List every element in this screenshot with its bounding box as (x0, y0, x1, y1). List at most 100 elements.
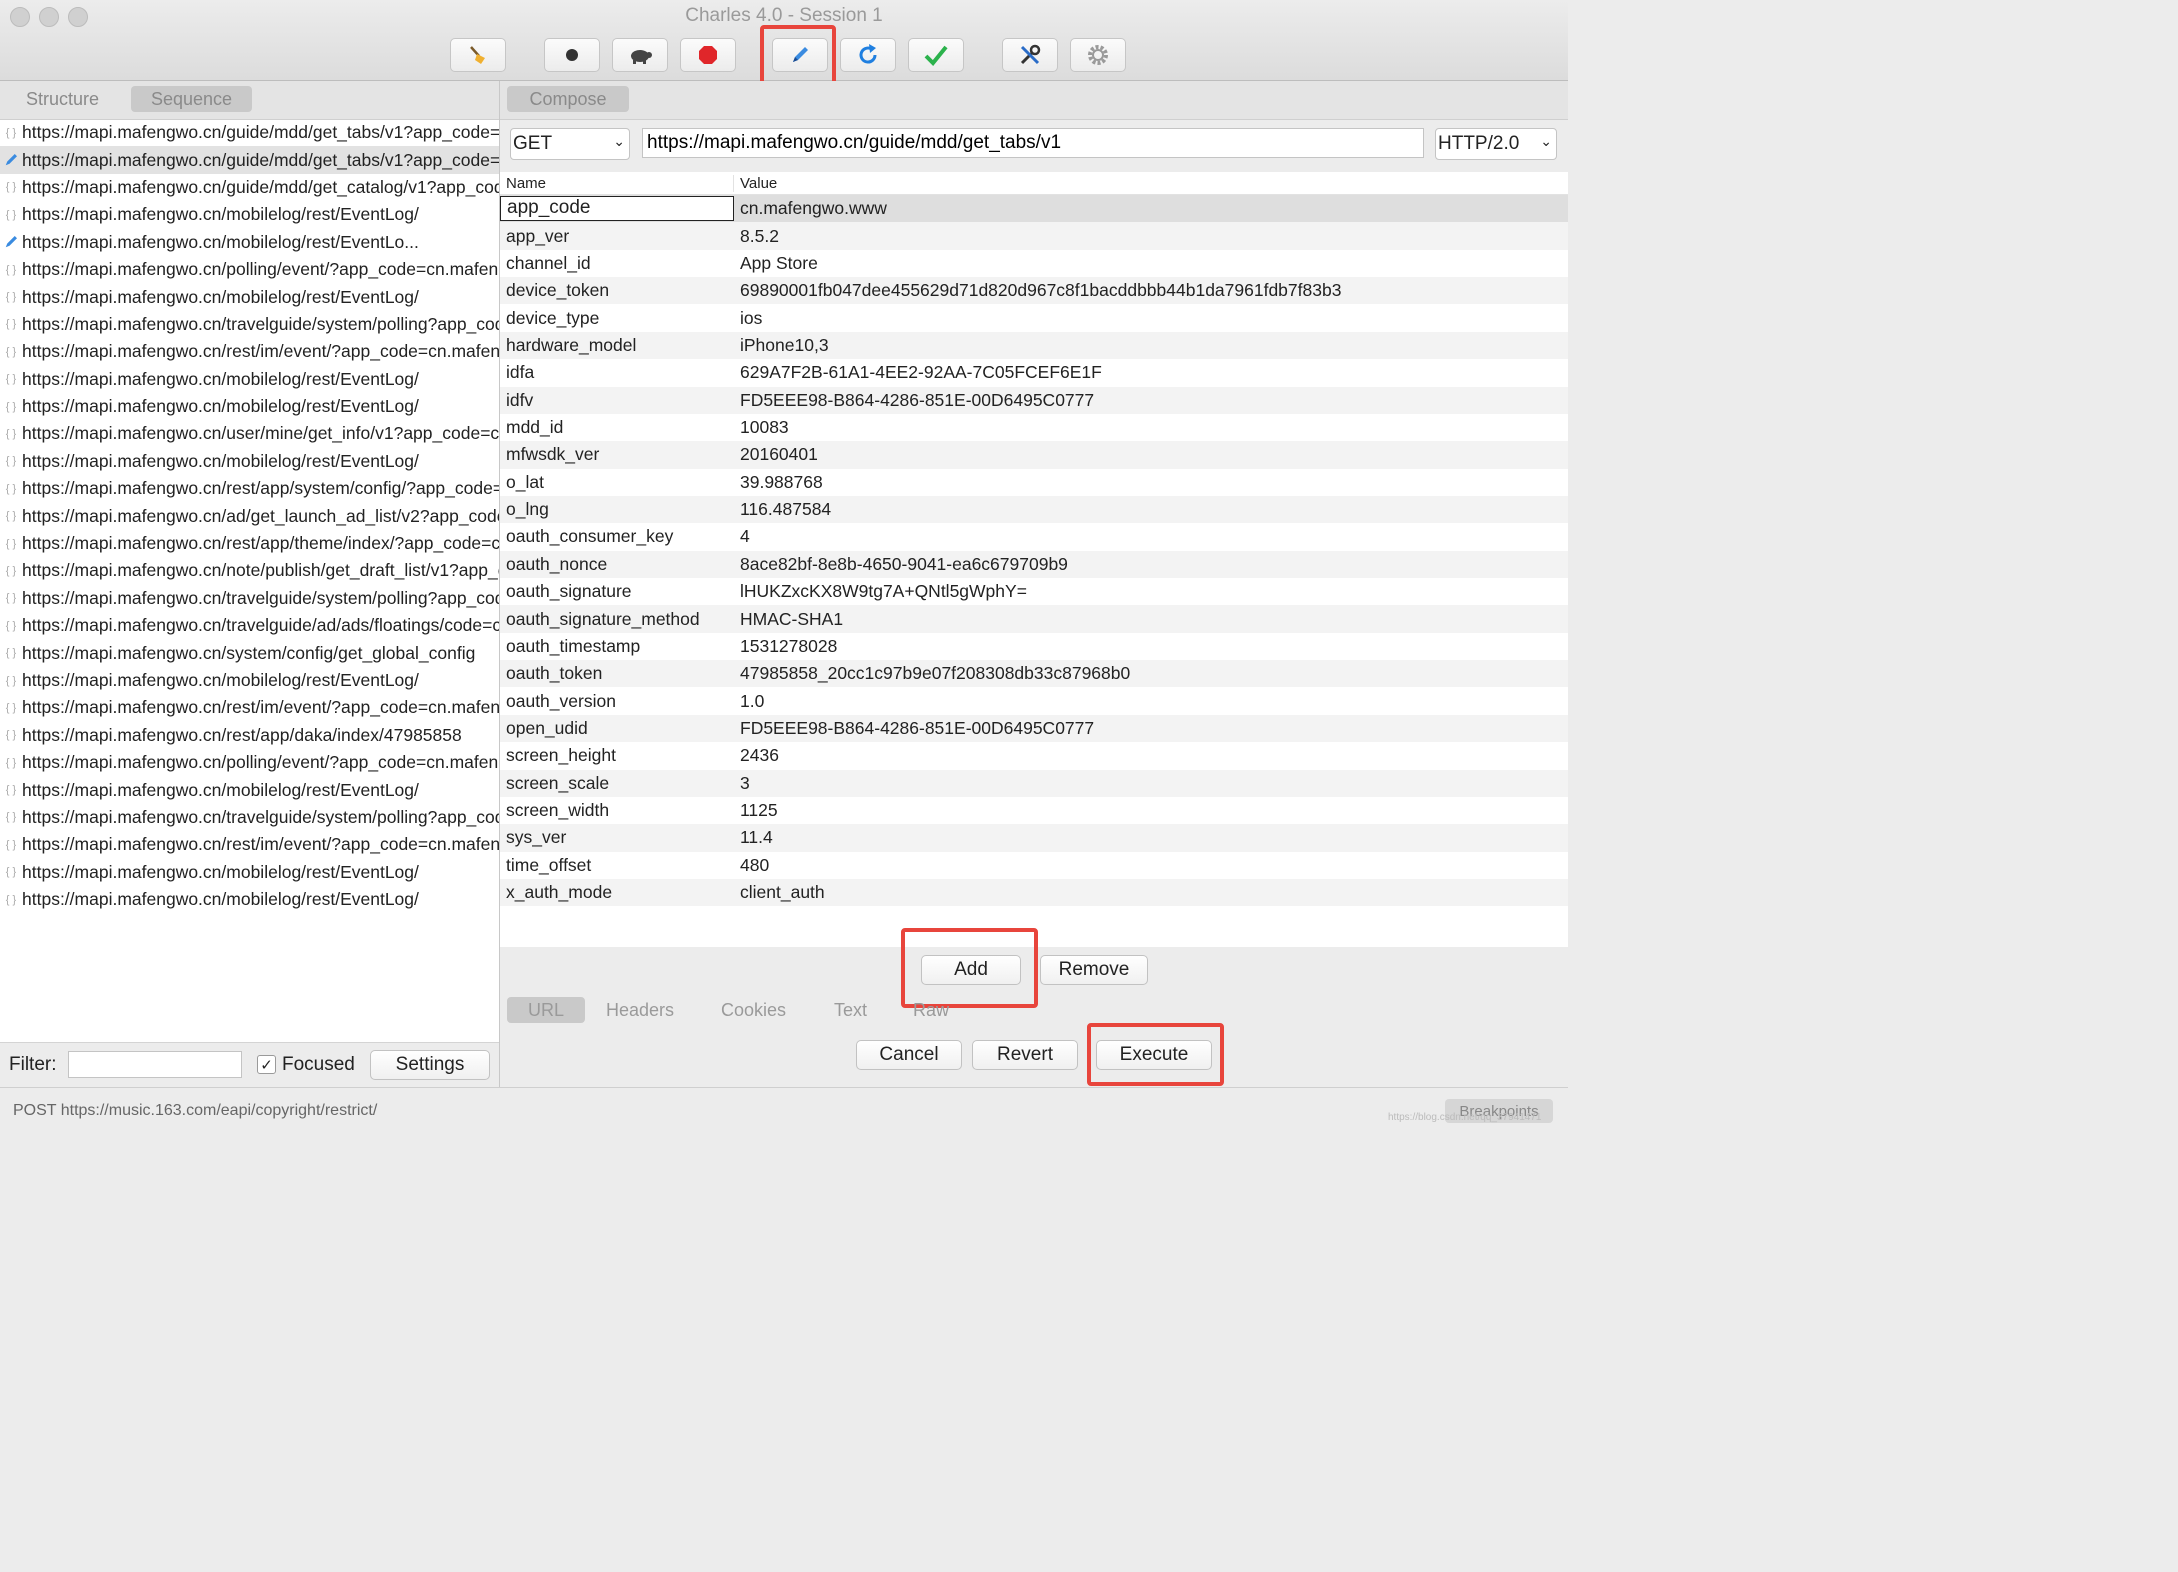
param-name[interactable]: screen_height (500, 745, 734, 766)
param-name[interactable]: x_auth_mode (500, 882, 734, 903)
subtab-headers[interactable]: Headers (606, 997, 674, 1023)
column-value-header[interactable]: Value (734, 175, 777, 192)
cancel-button[interactable]: Cancel (856, 1040, 962, 1070)
sequence-row[interactable]: { } https://mapi.mafengwo.cn/rest/im/even… (0, 694, 499, 721)
param-value[interactable]: 3 (734, 773, 750, 794)
param-name[interactable]: open_udid (500, 718, 734, 739)
param-name[interactable]: app_ver (500, 226, 734, 247)
param-value[interactable]: FD5EEE98-B864-4286-851E-00D6495C0777 (734, 390, 1094, 411)
sequence-row[interactable]: { } https://mapi.mafengwo.cn/rest/im/even… (0, 338, 499, 365)
url-input[interactable] (642, 128, 1424, 158)
param-value[interactable]: HMAC-SHA1 (734, 609, 843, 630)
param-name[interactable]: idfa (500, 362, 734, 383)
param-value[interactable]: 2436 (734, 745, 779, 766)
param-value[interactable]: 8ace82bf-8e8b-4650-9041-ea6c679709b9 (734, 554, 1068, 575)
column-name-header[interactable]: Name (500, 174, 734, 192)
sequence-row[interactable]: { } https://mapi.mafengwo.cn/mobilelog/re… (0, 667, 499, 694)
sequence-row[interactable]: https://mapi.mafengwo.cn/guide/mdd/get_t… (0, 146, 499, 174)
param-name[interactable]: oauth_token (500, 663, 734, 684)
param-row[interactable]: channel_id App Store (500, 250, 1568, 277)
param-value[interactable]: 480 (734, 855, 769, 876)
param-name[interactable]: app_code (500, 196, 734, 222)
param-row[interactable]: oauth_signature_method HMAC-SHA1 (500, 605, 1568, 633)
param-row[interactable]: idfa 629A7F2B-61A1-4EE2-92AA-7C05FCEF6E1F (500, 359, 1568, 386)
param-value[interactable]: cn.mafengwo.www (734, 198, 887, 219)
subtab-raw[interactable]: Raw (913, 997, 949, 1023)
param-name[interactable]: mfwsdk_ver (500, 444, 734, 465)
param-row[interactable]: app_ver 8.5.2 (500, 222, 1568, 250)
param-value[interactable]: FD5EEE98-B864-4286-851E-00D6495C0777 (734, 718, 1094, 739)
param-row[interactable]: screen_height 2436 (500, 742, 1568, 769)
param-row[interactable]: time_offset 480 (500, 852, 1568, 879)
param-row[interactable]: app_code cn.mafengwo.www (500, 195, 1568, 223)
record-button[interactable] (544, 38, 600, 72)
sequence-row[interactable]: { } https://mapi.mafengwo.cn/mobilelog/re… (0, 393, 499, 420)
param-name[interactable]: oauth_signature (500, 581, 734, 602)
sequence-row[interactable]: { } https://mapi.mafengwo.cn/note/publish… (0, 557, 499, 584)
tab-compose[interactable]: Compose (507, 86, 629, 112)
sequence-row[interactable]: { } https://mapi.mafengwo.cn/rest/im/even… (0, 831, 499, 858)
filter-input[interactable] (68, 1051, 242, 1078)
param-value[interactable]: ios (734, 308, 762, 329)
param-row[interactable]: oauth_nonce 8ace82bf-8e8b-4650-9041-ea6c6… (500, 550, 1568, 579)
param-row[interactable]: oauth_signature lHUKZxcKX8W9tg7A+QNtl5gWp… (500, 578, 1568, 605)
param-name[interactable]: device_token (500, 280, 734, 301)
repeat-button[interactable] (840, 38, 896, 72)
param-value[interactable]: 8.5.2 (734, 226, 779, 247)
sequence-row[interactable]: { } https://mapi.mafengwo.cn/travelguide/… (0, 804, 499, 831)
param-name[interactable]: sys_ver (500, 827, 734, 848)
param-row[interactable]: mfwsdk_ver 20160401 (500, 441, 1568, 469)
tools-button[interactable] (1002, 38, 1058, 72)
sequence-row[interactable]: { } https://mapi.mafengwo.cn/mobilelog/re… (0, 201, 499, 228)
param-row[interactable]: x_auth_mode client_auth (500, 878, 1568, 907)
param-value[interactable]: 1531278028 (734, 636, 837, 657)
param-row[interactable]: o_lng 116.487584 (500, 495, 1568, 524)
subtab-cookies[interactable]: Cookies (721, 997, 786, 1023)
sequence-row[interactable]: { } https://mapi.mafengwo.cn/travelguide/… (0, 585, 499, 612)
param-value[interactable]: iPhone10,3 (734, 335, 829, 356)
remove-button[interactable]: Remove (1040, 955, 1148, 985)
sequence-row[interactable]: { } https://mapi.mafengwo.cn/travelguide/… (0, 612, 499, 639)
sequence-row[interactable]: { } https://mapi.mafengwo.cn/rest/app/the… (0, 530, 499, 557)
param-row[interactable]: device_type ios (500, 304, 1568, 331)
sequence-row[interactable]: { } https://mapi.mafengwo.cn/polling/even… (0, 256, 499, 283)
param-row[interactable]: idfv FD5EEE98-B864-4286-851E-00D6495C0777 (500, 386, 1568, 414)
sequence-row[interactable]: { } https://mapi.mafengwo.cn/mobilelog/re… (0, 886, 499, 913)
param-row[interactable]: o_lat 39.988768 (500, 469, 1568, 496)
param-row[interactable]: oauth_consumer_key 4 (500, 523, 1568, 550)
param-value[interactable]: 629A7F2B-61A1-4EE2-92AA-7C05FCEF6E1F (734, 362, 1102, 383)
tab-structure[interactable]: Structure (6, 86, 119, 112)
sequence-row[interactable]: { } https://mapi.mafengwo.cn/mobilelog/re… (0, 448, 499, 475)
sequence-row[interactable]: { } https://mapi.mafengwo.cn/rest/app/sys… (0, 475, 499, 502)
param-name[interactable]: o_lng (500, 499, 734, 520)
param-value[interactable]: 4 (734, 526, 750, 547)
param-value[interactable]: 1125 (734, 800, 778, 821)
param-row[interactable]: screen_width 1125 (500, 797, 1568, 824)
sequence-row[interactable]: { } https://mapi.mafengwo.cn/mobilelog/re… (0, 283, 499, 310)
param-row[interactable]: oauth_version 1.0 (500, 687, 1568, 714)
sequence-row[interactable]: https://mapi.mafengwo.cn/mobilelog/rest/… (0, 229, 499, 256)
param-name[interactable]: oauth_nonce (500, 554, 734, 575)
filter-settings-button[interactable]: Settings (370, 1050, 490, 1080)
param-name[interactable]: time_offset (500, 855, 734, 876)
tab-sequence[interactable]: Sequence (131, 86, 253, 112)
param-value[interactable]: 20160401 (734, 444, 818, 465)
param-name[interactable]: device_type (500, 308, 734, 329)
settings-button[interactable] (1070, 38, 1126, 72)
param-row[interactable]: sys_ver 11.4 (500, 824, 1568, 852)
param-name[interactable]: oauth_signature_method (500, 609, 734, 630)
param-name[interactable]: screen_scale (500, 773, 734, 794)
param-row[interactable]: device_token 69890001fb047dee455629d71d82… (500, 277, 1568, 305)
param-row[interactable]: oauth_timestamp 1531278028 (500, 633, 1568, 660)
sequence-row[interactable]: { } https://mapi.mafengwo.cn/polling/even… (0, 749, 499, 776)
breakpoints-toggle-button[interactable] (680, 38, 736, 72)
subtab-text[interactable]: Text (834, 997, 867, 1023)
clear-session-button[interactable] (450, 38, 506, 72)
param-name[interactable]: oauth_consumer_key (500, 526, 734, 547)
param-row[interactable]: screen_scale 3 (500, 769, 1568, 797)
param-value[interactable]: 11.4 (734, 827, 773, 848)
param-row[interactable]: hardware_model iPhone10,3 (500, 331, 1568, 360)
throttle-button[interactable] (612, 38, 668, 72)
param-value[interactable]: 10083 (734, 417, 789, 438)
param-value[interactable]: 116.487584 (734, 499, 831, 520)
